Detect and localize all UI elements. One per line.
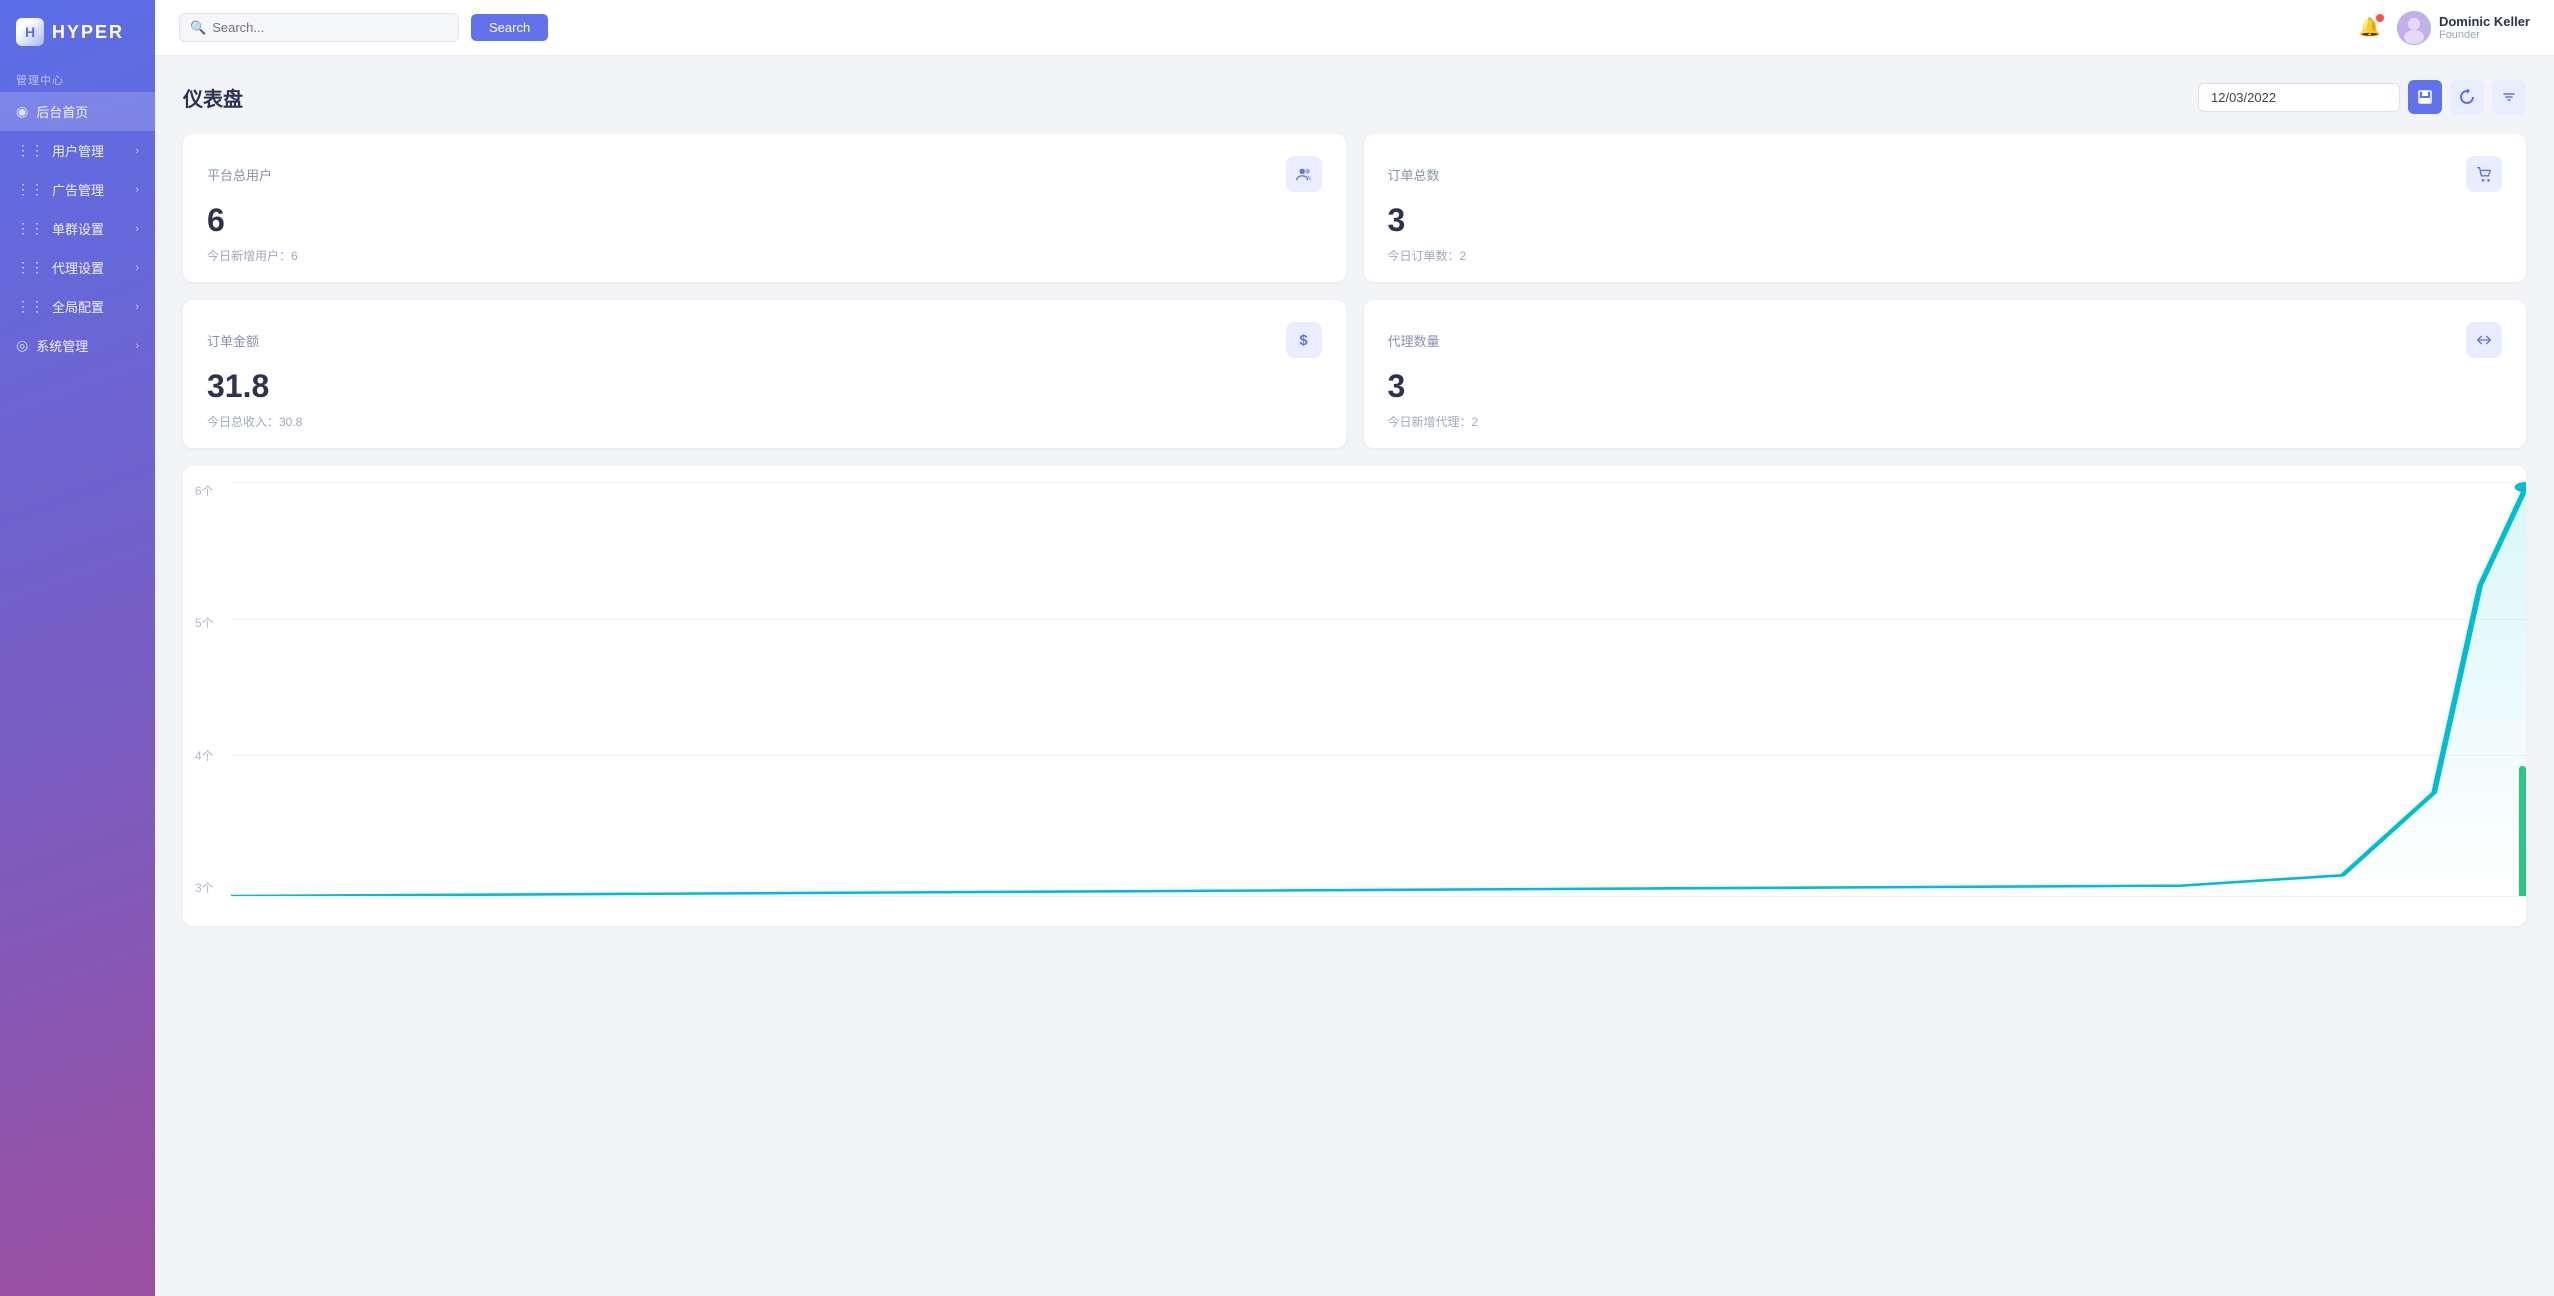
global-icon: ⋮⋮: [16, 298, 44, 315]
sidebar: H HYPER 管理中心 ◉ 后台首页 ⋮⋮ 用户管理 › ⋮⋮ 广告管理 › …: [0, 0, 155, 1296]
chevron-right-icon: ›: [135, 145, 139, 157]
refresh-button[interactable]: [2450, 80, 2484, 114]
chart-green-bar: [2519, 766, 2526, 896]
save-button[interactable]: [2408, 80, 2442, 114]
stat-card-title-agent: 代理数量: [1388, 331, 1440, 350]
topbar-right: 🔔 Dominic Keller Founder: [2359, 11, 2530, 45]
notification-icon[interactable]: 🔔: [2359, 17, 2381, 38]
stat-cards: 平台总用户 6 今日新增用户：6 订单总数: [183, 134, 2526, 448]
sidebar-logo: H HYPER: [0, 0, 155, 64]
refresh-icon: [2459, 89, 2475, 105]
topbar: 🔍 Search 🔔 Dominic Keller Foun: [155, 0, 2554, 56]
chevron-right-icon6: ›: [135, 340, 139, 352]
stat-card-header-orders: 订单总数: [1388, 156, 2503, 192]
sidebar-item-users[interactable]: ⋮⋮ 用户管理 ›: [0, 131, 155, 170]
chart-y-label-6: 6个: [195, 482, 214, 499]
users-icon: ⋮⋮: [16, 142, 44, 159]
stat-card-value-orders: 3: [1388, 202, 2503, 239]
stat-card-title-amount: 订单金额: [207, 331, 259, 350]
stat-card-sub-amount: 今日总收入：30.8: [207, 413, 1322, 430]
stat-card-header-agent: 代理数量: [1388, 322, 2503, 358]
filter-button[interactable]: [2492, 80, 2526, 114]
search-wrap: 🔍: [179, 13, 459, 42]
sidebar-item-label-orders: 单群设置: [52, 219, 104, 238]
stat-card-agent-count: 代理数量 3 今日新增代理：2: [1364, 300, 2527, 448]
stat-card-value-amount: 31.8: [207, 368, 1322, 405]
avatar: [2397, 11, 2431, 45]
sidebar-item-home[interactable]: ◉ 后台首页: [0, 92, 155, 131]
stat-card-header-users: 平台总用户: [207, 156, 1322, 192]
sidebar-item-orders[interactable]: ⋮⋮ 单群设置 ›: [0, 209, 155, 248]
stat-card-value-agent: 3: [1388, 368, 2503, 405]
stat-card-title-orders: 订单总数: [1388, 165, 1440, 184]
orders-stat-icon: [2466, 156, 2502, 192]
user-name: Dominic Keller: [2439, 14, 2530, 29]
search-button[interactable]: Search: [471, 14, 548, 41]
page-header: 仪表盘: [183, 80, 2526, 114]
save-icon: [2417, 89, 2433, 105]
logo-text: HYPER: [52, 22, 124, 43]
sidebar-section-label: 管理中心: [0, 64, 155, 92]
chevron-right-icon4: ›: [135, 262, 139, 274]
sidebar-item-label-users: 用户管理: [52, 141, 104, 160]
user-details: Dominic Keller Founder: [2439, 14, 2530, 41]
stat-card-sub-agent: 今日新增代理：2: [1388, 413, 2503, 430]
chevron-right-icon3: ›: [135, 223, 139, 235]
home-icon: ◉: [16, 103, 28, 120]
stat-card-sub-users: 今日新增用户：6: [207, 247, 1322, 264]
user-info[interactable]: Dominic Keller Founder: [2397, 11, 2530, 45]
stat-card-sub-orders: 今日订单数：2: [1388, 247, 2503, 264]
sidebar-item-label-agent: 代理设置: [52, 258, 104, 277]
stat-card-value-users: 6: [207, 202, 1322, 239]
stat-card-title-users: 平台总用户: [207, 165, 272, 184]
sidebar-item-label-home: 后台首页: [36, 102, 88, 121]
agent-stat-icon: [2466, 322, 2502, 358]
search-icon: 🔍: [190, 20, 206, 36]
header-actions: [2198, 80, 2526, 114]
chart-area: 6个 5个 4个 3个: [183, 466, 2526, 926]
stat-card-total-orders: 订单总数 3 今日订单数：2: [1364, 134, 2527, 282]
sidebar-item-ads[interactable]: ⋮⋮ 广告管理 ›: [0, 170, 155, 209]
logo-icon: H: [16, 18, 44, 46]
ads-icon: ⋮⋮: [16, 181, 44, 198]
sidebar-item-system[interactable]: ◎ 系统管理 ›: [0, 326, 155, 365]
main-content: 🔍 Search 🔔 Dominic Keller Foun: [155, 0, 2554, 1296]
agent-icon: ⋮⋮: [16, 259, 44, 276]
stat-card-header-amount: 订单金额 $: [207, 322, 1322, 358]
sidebar-item-global[interactable]: ⋮⋮ 全局配置 ›: [0, 287, 155, 326]
search-input[interactable]: [212, 14, 392, 41]
user-role: Founder: [2439, 29, 2530, 41]
sidebar-item-label-global: 全局配置: [52, 297, 104, 316]
amount-stat-icon: $: [1286, 322, 1322, 358]
chart-y-label-4: 4个: [195, 747, 214, 764]
sidebar-item-label-system: 系统管理: [36, 336, 88, 355]
chart-y-label-5: 5个: [195, 614, 214, 631]
notification-badge: [2376, 14, 2384, 22]
users-stat-icon: [1286, 156, 1322, 192]
orders-icon: ⋮⋮: [16, 220, 44, 237]
chevron-right-icon2: ›: [135, 184, 139, 196]
page-body: 仪表盘: [155, 56, 2554, 1296]
date-input[interactable]: [2198, 83, 2400, 112]
sidebar-item-agent[interactable]: ⋮⋮ 代理设置 ›: [0, 248, 155, 287]
chevron-right-icon5: ›: [135, 301, 139, 313]
chart-line-svg: [231, 482, 2526, 896]
page-title: 仪表盘: [183, 83, 243, 112]
sidebar-item-label-ads: 广告管理: [52, 180, 104, 199]
stat-card-order-amount: 订单金额 $ 31.8 今日总收入：30.8: [183, 300, 1346, 448]
system-icon: ◎: [16, 337, 28, 354]
stat-card-total-users: 平台总用户 6 今日新增用户：6: [183, 134, 1346, 282]
chart-y-label-3: 3个: [195, 879, 214, 896]
logo-symbol: H: [25, 24, 35, 40]
filter-icon: [2502, 90, 2516, 104]
